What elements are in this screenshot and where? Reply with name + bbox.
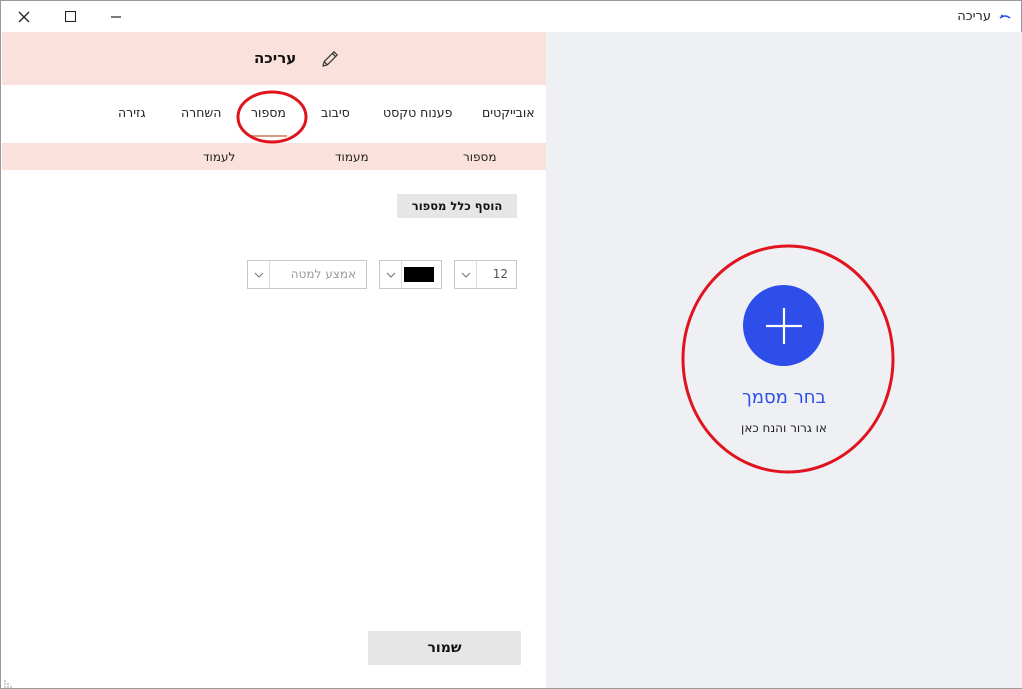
choose-document-button[interactable] bbox=[743, 285, 824, 366]
app-logo-icon bbox=[999, 14, 1011, 19]
tab-ocr[interactable]: פענוח טקסט bbox=[383, 105, 452, 120]
active-tab-indicator bbox=[251, 135, 287, 137]
chevron-down-icon bbox=[380, 261, 402, 288]
choose-document-link[interactable]: בחר מסמך bbox=[546, 387, 1022, 408]
drag-drop-hint: או גרור והנח כאן bbox=[741, 421, 827, 435]
position-placeholder: אמצע למטה bbox=[290, 267, 356, 281]
pencil-icon[interactable] bbox=[320, 49, 340, 69]
edit-pane-header: עריכה bbox=[2, 32, 546, 85]
add-numbering-rule-button[interactable]: הוסף כלל מספור bbox=[397, 194, 517, 218]
tab-objects[interactable]: אובייקטים bbox=[482, 105, 535, 120]
close-window-button[interactable] bbox=[1, 1, 47, 32]
close-icon bbox=[18, 11, 30, 22]
edit-pane: עריכה אובייקטים פענוח טקסט סיבוב מספור ה… bbox=[2, 32, 546, 688]
column-to-page: לעמוד bbox=[203, 150, 236, 164]
minimize-window-button[interactable] bbox=[93, 1, 139, 32]
page-title: עריכה bbox=[254, 49, 297, 67]
save-button[interactable]: שמור bbox=[368, 631, 521, 665]
resize-grip-icon[interactable] bbox=[3, 677, 15, 689]
minimize-icon bbox=[111, 15, 121, 18]
window-title: עריכה bbox=[957, 9, 991, 24]
chevron-down-icon bbox=[455, 261, 477, 288]
tab-rotate[interactable]: סיבוב bbox=[321, 105, 350, 120]
font-size-select[interactable]: 12 bbox=[454, 260, 517, 289]
plus-icon bbox=[765, 307, 802, 344]
rules-column-header: מספור מעמוד לעמוד bbox=[2, 143, 546, 170]
tab-redact[interactable]: השחרה bbox=[181, 105, 221, 120]
tab-bar: אובייקטים פענוח טקסט סיבוב מספור השחרה ג… bbox=[2, 85, 546, 143]
tab-numbering[interactable]: מספור bbox=[251, 105, 286, 120]
chevron-down-icon bbox=[248, 261, 270, 288]
font-color-swatch bbox=[404, 267, 434, 282]
app-window: עריכה עריכה אובייקטים פענוח טקסט סיבוב מ… bbox=[0, 0, 1022, 689]
maximize-window-button[interactable] bbox=[47, 1, 93, 32]
document-drop-zone[interactable]: בחר מסמך או גרור והנח כאן bbox=[546, 32, 1022, 688]
column-from-page: מעמוד bbox=[335, 150, 369, 164]
title-bar: עריכה bbox=[1, 1, 1021, 32]
position-select[interactable]: אמצע למטה bbox=[247, 260, 367, 289]
maximize-icon bbox=[64, 11, 76, 22]
tab-crop[interactable]: גזירה bbox=[118, 105, 146, 120]
column-number: מספור bbox=[463, 150, 497, 164]
font-color-select[interactable] bbox=[379, 260, 442, 289]
font-size-value: 12 bbox=[492, 267, 508, 281]
